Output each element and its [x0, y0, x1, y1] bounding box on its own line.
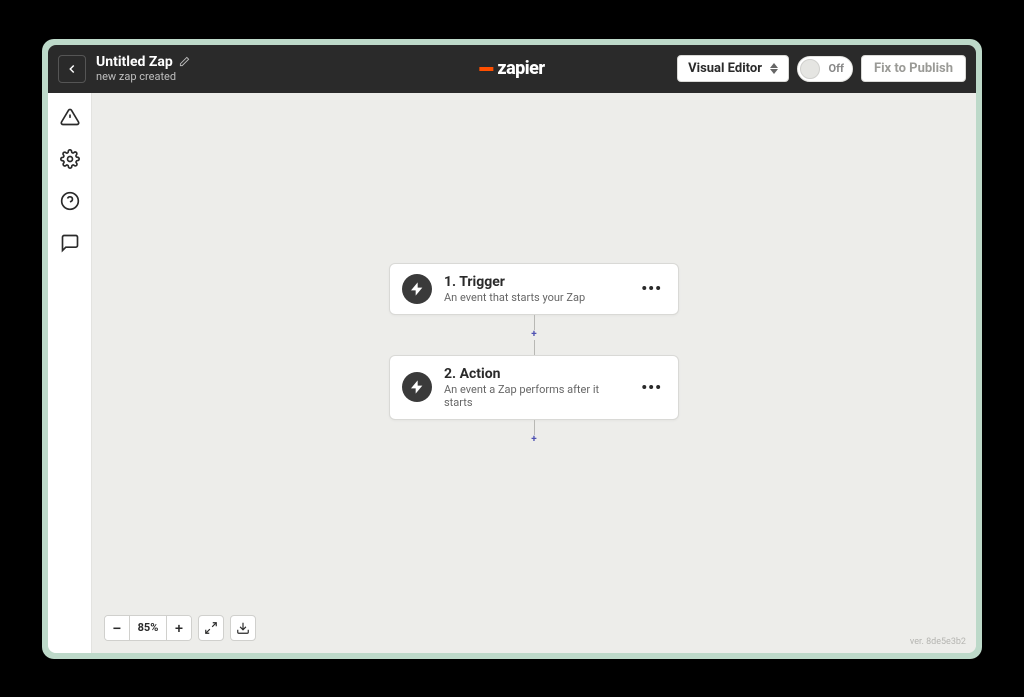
comment-icon [60, 233, 80, 253]
header-bar: Untitled Zap new zap created zapier Visu… [48, 45, 976, 93]
step-menu-button[interactable]: ••• [637, 279, 666, 298]
sidebar-alerts-button[interactable] [56, 103, 84, 131]
flow-container: 1. Trigger An event that starts your Zap… [389, 263, 679, 445]
zap-subtitle: new zap created [96, 71, 190, 84]
sidebar-settings-button[interactable] [56, 145, 84, 173]
back-button[interactable] [58, 55, 86, 83]
zoom-level: 85% [129, 616, 167, 640]
app-frame: Untitled Zap new zap created zapier Visu… [48, 45, 976, 653]
download-icon [236, 621, 250, 635]
sidebar [48, 93, 92, 653]
export-button[interactable] [230, 615, 256, 641]
version-label: ver. 8de5e3b2 [910, 637, 966, 647]
arrow-left-icon [65, 62, 79, 76]
zoom-out-button[interactable]: − [105, 616, 129, 640]
logo-bar-icon [479, 67, 493, 71]
logo: zapier [479, 58, 544, 79]
toggle-knob [800, 59, 820, 79]
zoom-controls: − 85% + [104, 615, 256, 641]
canvas[interactable]: 1. Trigger An event that starts your Zap… [92, 93, 976, 653]
step-trigger-card[interactable]: 1. Trigger An event that starts your Zap… [389, 263, 679, 315]
visual-editor-button[interactable]: Visual Editor [677, 55, 789, 82]
enable-toggle[interactable]: Off [797, 56, 853, 82]
step-desc: An event that starts your Zap [444, 291, 625, 304]
add-step-button[interactable]: + [529, 330, 539, 340]
body: 1. Trigger An event that starts your Zap… [48, 93, 976, 653]
zap-title[interactable]: Untitled Zap [96, 54, 173, 70]
connector-end: + [529, 420, 539, 445]
step-title: 2. Action [444, 366, 625, 382]
bolt-icon [402, 274, 432, 304]
pencil-icon[interactable] [179, 53, 190, 71]
alert-triangle-icon [60, 107, 80, 127]
bolt-icon [402, 372, 432, 402]
logo-text: zapier [497, 58, 544, 79]
sidebar-comments-button[interactable] [56, 229, 84, 257]
title-block: Untitled Zap new zap created [96, 53, 190, 84]
publish-label: Fix to Publish [874, 61, 953, 76]
toggle-label: Off [829, 62, 844, 75]
step-action-card[interactable]: 2. Action An event a Zap performs after … [389, 355, 679, 420]
connector: + [529, 315, 539, 355]
chevron-sort-icon [770, 63, 778, 74]
help-circle-icon [60, 191, 80, 211]
app-window: Untitled Zap new zap created zapier Visu… [42, 39, 982, 659]
step-desc: An event a Zap performs after it starts [444, 383, 625, 409]
add-step-button[interactable]: + [529, 435, 539, 445]
visual-editor-label: Visual Editor [688, 61, 762, 76]
gear-icon [60, 149, 80, 169]
zoom-in-button[interactable]: + [167, 616, 191, 640]
fit-view-button[interactable] [198, 615, 224, 641]
publish-button[interactable]: Fix to Publish [861, 55, 966, 82]
expand-icon [204, 621, 218, 635]
sidebar-help-button[interactable] [56, 187, 84, 215]
step-menu-button[interactable]: ••• [637, 378, 666, 397]
step-title: 1. Trigger [444, 274, 625, 290]
